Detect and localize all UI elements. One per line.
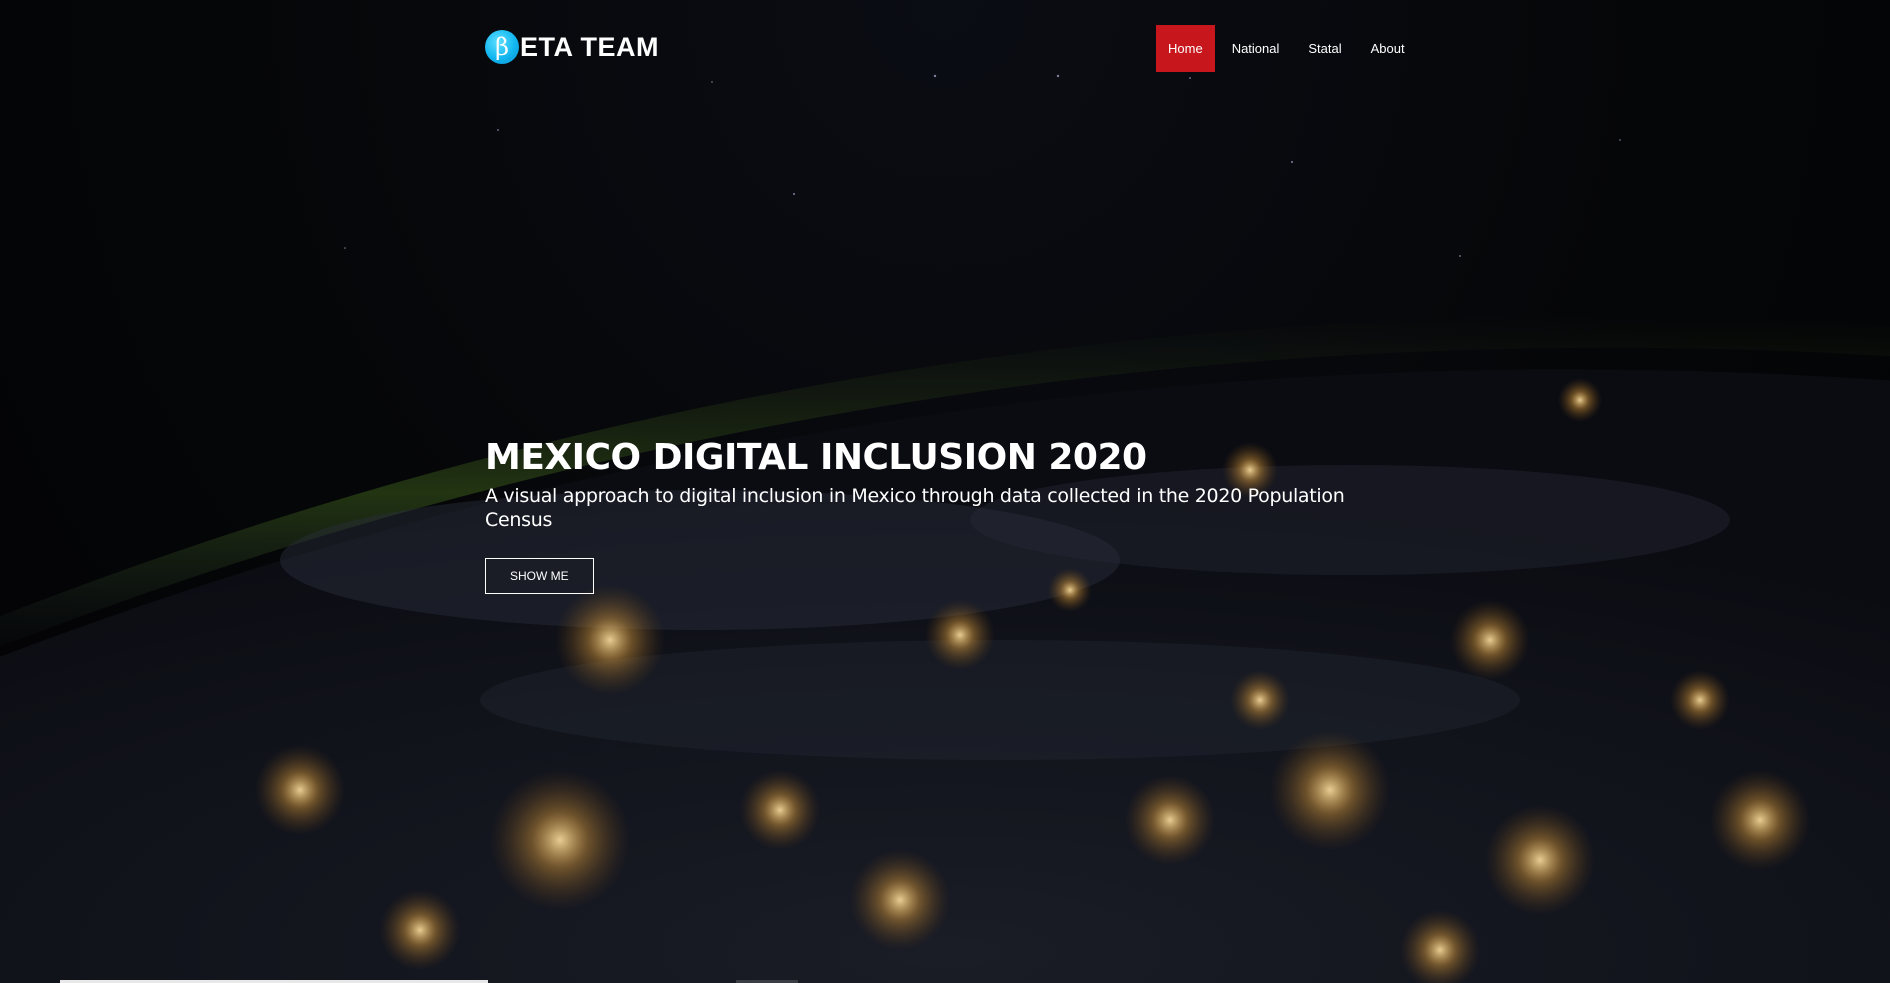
show-me-button[interactable]: SHOW ME (485, 558, 594, 594)
hero-title: MEXICO DIGITAL INCLUSION 2020 (485, 437, 1147, 478)
main-nav: Home National Statal About (1156, 25, 1422, 72)
hero-content: MEXICO DIGITAL INCLUSION 2020 A visual a… (485, 436, 1385, 594)
nav-item-home[interactable]: Home (1156, 25, 1215, 72)
brand-name: ETA TEAM (520, 31, 659, 62)
navbar: β ETA TEAM Home National Statal About (0, 0, 1890, 96)
hero-subtitle: A visual approach to digital inclusion i… (485, 485, 1345, 531)
nav-item-statal[interactable]: Statal (1296, 25, 1353, 72)
beta-logo-icon: β (485, 30, 519, 64)
brand-logo-link[interactable]: β ETA TEAM (485, 30, 659, 64)
stars (344, 74, 1621, 257)
nav-item-national[interactable]: National (1220, 25, 1292, 72)
nav-item-about[interactable]: About (1359, 25, 1417, 72)
hero-section: β ETA TEAM Home National Statal About ME… (0, 0, 1890, 983)
